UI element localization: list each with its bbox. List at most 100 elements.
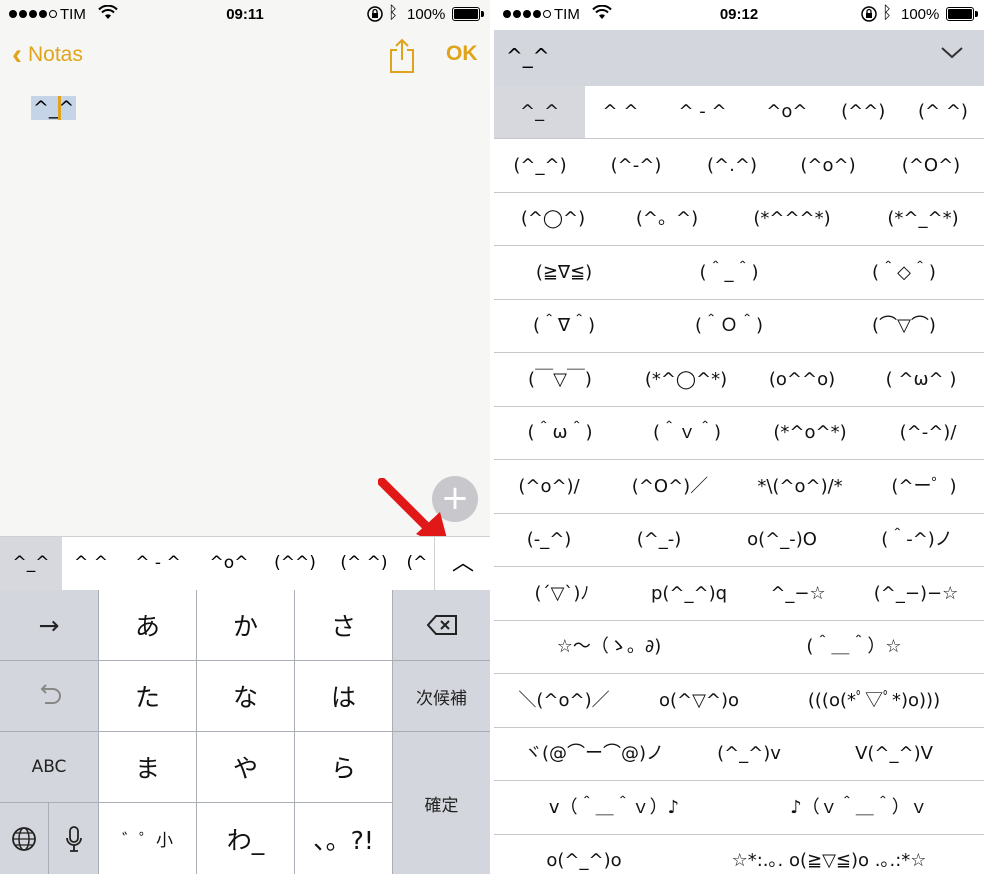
delete-key[interactable]	[393, 590, 490, 660]
kaomoji-item[interactable]: ( ^ω^ )	[858, 354, 984, 406]
kaomoji-row: (≧∇≦) (＾_＾) (＾◇＾)	[494, 246, 984, 300]
candidate-item[interactable]: (^ ^)	[328, 537, 400, 590]
delete-icon	[426, 615, 457, 635]
globe-key[interactable]	[0, 803, 48, 874]
kaomoji-item[interactable]: (^-^)	[586, 140, 686, 192]
candidate-item[interactable]: (^	[400, 537, 434, 590]
kaomoji-item[interactable]: (^_-)	[604, 514, 714, 566]
key-wa[interactable]: わ_	[197, 803, 294, 874]
kaomoji-item[interactable]: (^^)	[824, 86, 901, 138]
kaomoji-item[interactable]: (^_^)	[494, 140, 586, 192]
kaomoji-item[interactable]: ♪（ｖ＾＿＾）ｖ	[734, 782, 984, 834]
punctuation-key[interactable]: 、。?!	[295, 803, 392, 874]
kaomoji-item[interactable]: ^ - ^	[656, 86, 749, 138]
ok-button[interactable]: OK	[446, 42, 478, 66]
kaomoji-item[interactable]: (＾_＾)	[634, 247, 824, 299]
kaomoji-row: ＼(^o^)／ o(^▽^)o (((o(*ﾟ▽ﾟ*)o)))	[494, 674, 984, 728]
kaomoji-item[interactable]: (^o^)/	[494, 461, 604, 513]
kaomoji-item[interactable]: ヾ(@⌒ー⌒@)ノ	[494, 728, 694, 780]
kaomoji-item[interactable]: (^ ^)	[902, 86, 984, 138]
kaomoji-item[interactable]: o(^▽^)o	[634, 675, 764, 727]
battery-icon	[946, 7, 978, 21]
kaomoji-item[interactable]: ☆*:.｡. o(≧▽≦)o .｡.:*☆	[674, 835, 984, 874]
kaomoji-item[interactable]: ^o^	[749, 86, 824, 138]
kaomoji-item[interactable]: (^_^)v	[694, 728, 804, 780]
kaomoji-item[interactable]: (´▽`)ﾉ	[494, 568, 630, 620]
kaomoji-item[interactable]: (*^o^*)	[748, 407, 872, 459]
kaomoji-item[interactable]: ☆〜（ゝ。∂)	[494, 621, 724, 673]
key-ka[interactable]: か	[197, 590, 294, 660]
kaomoji-item[interactable]: (-_^)	[494, 514, 604, 566]
kaomoji-item[interactable]: (＾-^)ノ	[850, 514, 984, 566]
key-sa[interactable]: さ	[295, 590, 392, 660]
kaomoji-item[interactable]: (^o^)	[778, 140, 878, 192]
status-bar: TIM 09:11 ᛒ 100%	[0, 0, 490, 30]
next-candidate-key[interactable]: 次候補	[393, 661, 490, 731]
kaomoji-item[interactable]: (*^^^*)	[722, 193, 862, 245]
kaomoji-item[interactable]: (⌒▽⌒)	[824, 300, 984, 352]
dakuten-key[interactable]: ゛゜小	[99, 803, 196, 874]
next-char-key[interactable]: →	[0, 590, 98, 660]
kaomoji-item[interactable]: (^◯^)	[494, 193, 612, 245]
text-cursor	[58, 96, 61, 120]
kaomoji-item[interactable]: (＾Ｏ＾)	[634, 300, 824, 352]
abc-key[interactable]: ABC	[0, 732, 98, 802]
kaomoji-item[interactable]: (＾ｖ＾)	[626, 407, 748, 459]
kaomoji-item[interactable]: (^.^)	[686, 140, 778, 192]
chevron-left-icon: ‹	[12, 38, 22, 71]
key-ha[interactable]: は	[295, 661, 392, 731]
undo-key[interactable]	[0, 661, 98, 731]
kaomoji-item[interactable]: (＾ω＾)	[494, 407, 626, 459]
kaomoji-item[interactable]: v（＾＿＾ｖ）♪	[494, 782, 734, 834]
kaomoji-item[interactable]: (^O^)	[878, 140, 984, 192]
kaomoji-row: ☆〜（ゝ。∂) (＾＿＾）☆	[494, 621, 984, 674]
candidate-item[interactable]: ^ ^	[62, 537, 120, 590]
kaomoji-item[interactable]: (^-^)/	[872, 407, 984, 459]
candidate-item[interactable]: ^ - ^	[120, 537, 196, 590]
kaomoji-item[interactable]: ^_−☆	[748, 568, 848, 620]
confirm-key[interactable]: 確定	[393, 732, 490, 874]
candidate-item[interactable]: ^_^	[0, 537, 62, 590]
kaomoji-item[interactable]: o(^_-)O	[714, 514, 850, 566]
kaomoji-item[interactable]: ^ ^	[585, 86, 656, 138]
candidate-item[interactable]: ^o^	[196, 537, 262, 590]
kaomoji-item[interactable]: p(^_^)q	[630, 568, 748, 620]
key-ta[interactable]: た	[99, 661, 196, 731]
back-button[interactable]: ‹ Notas	[12, 40, 83, 70]
kaomoji-item[interactable]: (*^◯^*)	[626, 354, 746, 406]
back-label: Notas	[28, 43, 83, 66]
candidate-bar: ^_^ ^ ^ ^ - ^ ^o^ (^^) (^ ^) (^ ︿	[0, 536, 490, 590]
kaomoji-item[interactable]: (o^^o)	[746, 354, 858, 406]
kaomoji-item[interactable]: (￣▽￣)	[494, 354, 626, 406]
expand-candidates-button[interactable]: ︿	[434, 537, 490, 590]
key-a[interactable]: あ	[99, 590, 196, 660]
kaomoji-item[interactable]: *\(^o^)/*	[736, 461, 864, 513]
kaomoji-item[interactable]: (^。^)	[612, 193, 722, 245]
kaomoji-item[interactable]: (((o(*ﾟ▽ﾟ*)o)))	[764, 675, 984, 727]
bluetooth-icon: ᛒ	[388, 3, 399, 22]
key-ra[interactable]: ら	[295, 732, 392, 802]
key-na[interactable]: な	[197, 661, 294, 731]
dictation-key[interactable]	[49, 803, 98, 874]
kaomoji-item[interactable]: o(^_^)o	[494, 835, 674, 874]
share-icon[interactable]	[388, 38, 416, 79]
key-ya[interactable]: や	[197, 732, 294, 802]
key-ma[interactable]: ま	[99, 732, 196, 802]
kaomoji-item[interactable]: (≧∇≦)	[494, 247, 634, 299]
kaomoji-item[interactable]: (＾◇＾)	[824, 247, 984, 299]
kaomoji-item[interactable]: ^_^	[494, 86, 586, 138]
kaomoji-item[interactable]: (＾＿＾）☆	[724, 621, 984, 673]
note-content[interactable]: ^_^	[31, 96, 77, 120]
kaomoji-item[interactable]: (^ー゜)	[864, 461, 984, 513]
kaomoji-item[interactable]: (^O^)／	[604, 461, 736, 513]
battery-percent: 100%	[407, 6, 446, 23]
candidate-item[interactable]: (^^)	[262, 537, 328, 590]
kaomoji-item[interactable]: V(^_^)V	[804, 728, 984, 780]
kaomoji-row: (´▽`)ﾉ p(^_^)q ^_−☆ (^_−)−☆	[494, 567, 984, 621]
collapse-button[interactable]	[940, 44, 964, 64]
kaomoji-item[interactable]: (*^_^*)	[862, 193, 984, 245]
kaomoji-item[interactable]: (＾∇＾)	[494, 300, 634, 352]
kaomoji-item[interactable]: ＼(^o^)／	[494, 675, 634, 727]
chevron-down-icon	[941, 47, 963, 59]
kaomoji-item[interactable]: (^_−)−☆	[848, 568, 984, 620]
